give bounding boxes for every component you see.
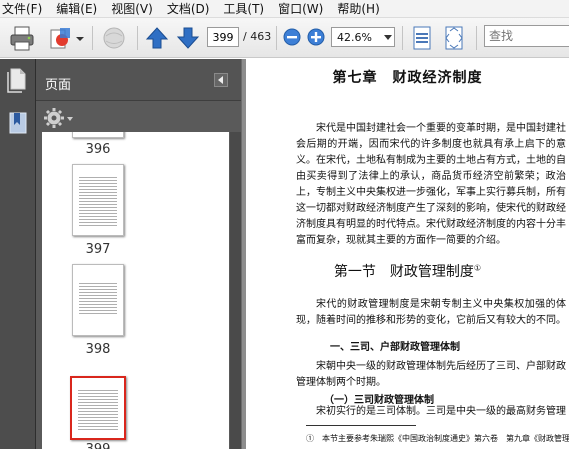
menu-tools[interactable]: 工具(T) xyxy=(223,0,264,17)
printer-icon xyxy=(10,26,34,51)
menu-edit[interactable]: 编辑(E) xyxy=(56,0,97,17)
footnote: ① 本节主要参考朱瑞熙《中国政治制度通史》第六卷 第九章《财政管理制 xyxy=(306,434,569,443)
menu-view[interactable]: 视图(V) xyxy=(111,0,153,17)
panel-header: 页面 xyxy=(36,59,241,101)
search-input[interactable] xyxy=(484,25,569,47)
intro-paragraph: 宋代是中国封建社会一个重要的变革时期，是中国封建社会后期的开端，因而宋代的许多制… xyxy=(296,123,566,246)
pages-icon xyxy=(7,68,26,93)
arrow-down-icon xyxy=(176,27,200,49)
page-thumbnail-398[interactable] xyxy=(72,264,124,336)
page-thumbnail-399[interactable] xyxy=(70,376,126,440)
subheading-1: 一、三司、户部财政管理体制 xyxy=(330,342,460,353)
section-title: 第一节 财政管理制度① xyxy=(246,261,569,281)
paragraph-2: 宋朝中央一级的财政管理体制先后经历了三司、户部财政管理体制两个时期。 xyxy=(296,361,566,388)
chevron-left-icon xyxy=(218,76,223,84)
pages-nav-button[interactable] xyxy=(0,61,36,97)
chevron-down-icon xyxy=(76,37,84,41)
print-button[interactable] xyxy=(8,24,36,55)
stamp-icon xyxy=(50,28,70,49)
zoom-value: 42.6% xyxy=(337,31,372,44)
thumbnail-text-lines xyxy=(79,175,117,227)
stamp-button[interactable] xyxy=(46,24,74,55)
page-thumbnail-397[interactable] xyxy=(72,164,124,236)
thumbnail-label: 399 xyxy=(68,442,128,449)
toolbar-separator xyxy=(276,26,277,50)
bookmarks-nav-button[interactable] xyxy=(0,105,36,141)
page-total: / 463 xyxy=(243,30,272,43)
panel-scrollbar[interactable] xyxy=(230,132,241,449)
menu-window[interactable]: 窗口(W) xyxy=(278,0,323,17)
thumbnail-list: 396 397 398 399 xyxy=(42,132,229,449)
page-thumbnail-396[interactable] xyxy=(72,132,124,138)
zoom-out-icon xyxy=(283,28,301,46)
section-title-text: 第一节 财政管理制度 xyxy=(333,264,474,280)
fit-width-icon xyxy=(413,26,431,50)
panel-title: 页面 xyxy=(45,78,72,93)
fit-page-button[interactable] xyxy=(442,24,466,55)
section-paragraph: 宋代的财政管理制度是宋朝专制主义中央集权加强的体现，随着时间的推移和形势的变化，… xyxy=(296,299,566,326)
collaborate-button[interactable] xyxy=(100,24,128,55)
paragraph-3: 宋初实行的是三司体制。三司是中央一级的最高财务管理 xyxy=(316,406,566,417)
chapter-title: 第七章 财政经济制度 xyxy=(332,70,483,86)
previous-page-button[interactable] xyxy=(145,24,169,55)
collapse-panel-button[interactable] xyxy=(214,73,228,87)
thumbnail-label: 397 xyxy=(85,242,111,257)
toolbar-separator xyxy=(476,26,477,50)
chevron-down-icon xyxy=(384,35,392,40)
gear-icon xyxy=(44,108,73,128)
document-view: 第七章 财政经济制度 宋代是中国封建社会一个重要的变革时期，是中国封建社会后期的… xyxy=(246,59,569,449)
page-number-input[interactable] xyxy=(207,27,239,47)
menu-file[interactable]: 文件(F) xyxy=(2,0,42,17)
thumbnail-label: 396 xyxy=(85,142,111,157)
toolbar-separator xyxy=(402,26,403,50)
options-button[interactable] xyxy=(43,107,73,129)
toolbar: / 463 42.6% xyxy=(0,18,569,58)
menu-help[interactable]: 帮助(H) xyxy=(337,0,379,17)
next-page-button[interactable] xyxy=(176,24,200,55)
zoom-in-icon xyxy=(307,28,325,46)
toolbar-separator xyxy=(137,26,138,50)
thumbnail-text-lines xyxy=(79,281,117,315)
zoom-in-button[interactable] xyxy=(307,28,325,49)
zoom-out-button[interactable] xyxy=(283,28,301,49)
thumbnail-label: 398 xyxy=(85,342,111,357)
navigation-strip xyxy=(0,59,36,449)
thumbnail-text-lines xyxy=(78,388,118,430)
menu-document[interactable]: 文档(D) xyxy=(167,0,210,17)
arrow-up-icon xyxy=(145,27,169,49)
toolbar-separator xyxy=(92,26,93,50)
footnote-marker: ① xyxy=(473,263,482,273)
footnote-divider xyxy=(306,425,416,426)
fit-width-button[interactable] xyxy=(410,24,434,55)
globe-icon xyxy=(103,27,125,49)
bookmark-icon xyxy=(9,112,27,134)
menu-bar: 文件(F) 编辑(E) 视图(V) 文档(D) 工具(T) 窗口(W) 帮助(H… xyxy=(0,0,569,18)
stamp-dropdown[interactable] xyxy=(76,32,84,46)
thumbnails-panel: 页面 396 397 398 xyxy=(36,59,241,449)
fit-page-icon xyxy=(445,26,463,50)
zoom-select[interactable]: 42.6% xyxy=(331,27,395,47)
